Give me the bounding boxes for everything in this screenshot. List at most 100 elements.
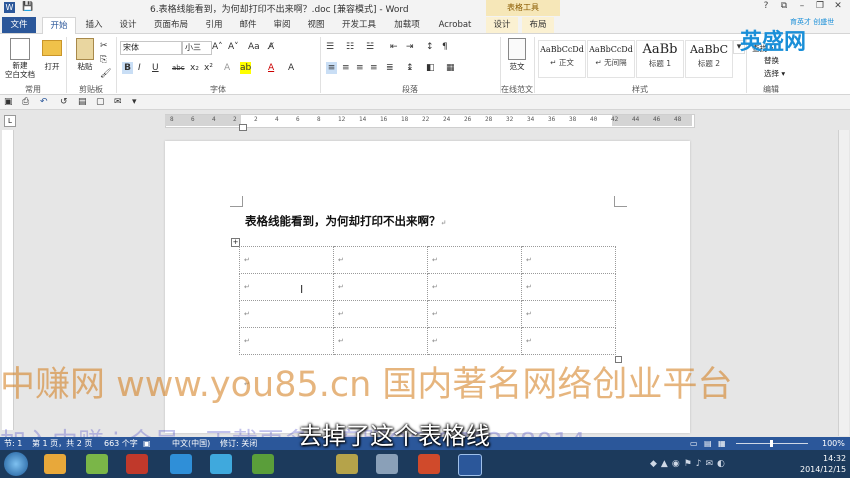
- table-cell[interactable]: ↵: [333, 246, 428, 274]
- distribute-icon[interactable]: ≣: [386, 62, 394, 74]
- style-heading-2[interactable]: AaBbC 标题 2: [685, 40, 733, 78]
- paste-button[interactable]: 粘贴: [74, 61, 96, 72]
- status-word-count[interactable]: 663 个字: [104, 437, 138, 450]
- tab-view[interactable]: 视图: [302, 17, 330, 33]
- customize-qat-icon[interactable]: ▾: [132, 96, 137, 108]
- table-cell[interactable]: ↵: [239, 273, 334, 301]
- tab-page-layout[interactable]: 页面布局: [148, 17, 194, 33]
- clear-format-icon[interactable]: A̸: [268, 41, 274, 53]
- web-layout-icon[interactable]: ▦: [718, 437, 726, 450]
- taskbar-paint-icon[interactable]: [44, 454, 66, 474]
- strikethrough-button[interactable]: abc: [172, 62, 185, 74]
- table-cell[interactable]: ↵: [521, 300, 616, 328]
- text-effects-icon[interactable]: A: [224, 62, 230, 74]
- read-mode-icon[interactable]: ▭: [690, 437, 698, 450]
- status-language[interactable]: 中文(中国): [172, 437, 210, 450]
- multilevel-list-icon[interactable]: ☱: [366, 41, 374, 53]
- open-button[interactable]: 打开: [42, 61, 62, 72]
- taskbar-clock[interactable]: 14:32 2014/12/15: [800, 453, 846, 475]
- document-table[interactable]: ↵ ↵ ↵ ↵ ↵ ↵ ↵ ↵ ↵ ↵ ↵ ↵ ↵ ↵ ↵ ↵: [239, 246, 616, 355]
- taskbar-powerpoint-icon[interactable]: [418, 454, 440, 474]
- grow-font-icon[interactable]: A˄: [212, 41, 223, 53]
- template-button[interactable]: 范文: [504, 61, 530, 72]
- table-cell[interactable]: ↵: [239, 327, 334, 355]
- style-normal[interactable]: AaBbCcDd ↵ 正文: [538, 40, 586, 78]
- table-cell[interactable]: ↵: [427, 327, 522, 355]
- taskbar-word-icon[interactable]: [458, 454, 482, 476]
- table-cell[interactable]: ↵: [521, 273, 616, 301]
- zoom-slider-thumb[interactable]: [770, 440, 773, 447]
- taskbar-ie-icon[interactable]: [170, 454, 192, 474]
- print-preview-icon[interactable]: ⎙: [22, 96, 29, 108]
- open-file-icon[interactable]: ▤: [78, 96, 87, 108]
- justify-icon[interactable]: ≡: [370, 62, 378, 74]
- vertical-scrollbar[interactable]: [838, 130, 849, 436]
- char-shading-icon[interactable]: A: [288, 62, 294, 74]
- italic-button[interactable]: I: [138, 62, 141, 74]
- tab-table-design[interactable]: 设计: [486, 17, 518, 33]
- shading-icon[interactable]: ◧: [426, 62, 435, 74]
- style-heading-1[interactable]: AaBb 标题 1: [636, 40, 684, 78]
- shrink-font-icon[interactable]: A˅: [228, 41, 239, 53]
- new-document-icon[interactable]: [10, 38, 30, 60]
- decrease-indent-icon[interactable]: ⇤: [390, 41, 398, 53]
- bold-button[interactable]: B: [122, 62, 133, 74]
- font-color-icon[interactable]: A: [268, 62, 274, 74]
- table-cell[interactable]: ↵: [427, 273, 522, 301]
- taskbar-qq-icon[interactable]: [210, 454, 232, 474]
- change-case-icon[interactable]: Aa: [248, 41, 260, 53]
- taskbar-explorer-icon[interactable]: [376, 454, 398, 474]
- table-cell[interactable]: ↵: [521, 246, 616, 274]
- undo-icon[interactable]: ↶: [40, 96, 48, 108]
- clipboard-paste-icon[interactable]: [76, 38, 94, 60]
- tab-table-layout[interactable]: 布局: [522, 17, 554, 33]
- bullets-icon[interactable]: ☰: [326, 41, 334, 53]
- tray-icons[interactable]: ◆▲◉⚑♪✉◐: [650, 459, 729, 469]
- table-cell[interactable]: ↵: [427, 300, 522, 328]
- borders-icon[interactable]: ▦: [446, 62, 455, 74]
- tab-file[interactable]: 文件: [2, 17, 36, 33]
- status-page[interactable]: 第 1 页，共 2 页: [32, 437, 92, 450]
- tab-mailings[interactable]: 邮件: [234, 17, 262, 33]
- status-check-icon[interactable]: ▣: [143, 437, 151, 450]
- table-cell[interactable]: ↵: [239, 246, 334, 274]
- new-file-icon[interactable]: ▢: [96, 96, 105, 108]
- taskbar-app-icon[interactable]: [86, 454, 108, 474]
- status-revision[interactable]: 修订: 关闭: [220, 437, 257, 450]
- start-button-icon[interactable]: [4, 452, 28, 476]
- template-doc-icon[interactable]: [508, 38, 526, 60]
- folder-open-icon[interactable]: [42, 40, 62, 56]
- increase-indent-icon[interactable]: ⇥: [406, 41, 414, 53]
- table-cell[interactable]: ↵: [521, 327, 616, 355]
- zoom-level[interactable]: 100%: [822, 437, 845, 450]
- tab-references[interactable]: 引用: [200, 17, 228, 33]
- copy-icon[interactable]: ⎘: [100, 54, 107, 66]
- line-spacing-icon[interactable]: ↨: [406, 62, 414, 74]
- font-size-select[interactable]: 小三: [182, 41, 212, 55]
- format-painter-icon[interactable]: 🖌: [100, 68, 111, 80]
- print-layout-icon[interactable]: ▤: [704, 437, 712, 450]
- sort-icon[interactable]: ↕: [426, 41, 434, 53]
- qat-save-icon[interactable]: 💾: [22, 2, 33, 12]
- document-heading[interactable]: 表格线能看到，为何却打印不出来啊？↵: [245, 213, 446, 229]
- table-cell[interactable]: ↵: [333, 273, 428, 301]
- table-cell[interactable]: ↵: [427, 246, 522, 274]
- highlight-icon[interactable]: ab: [240, 62, 252, 74]
- ribbon-display-button[interactable]: ⧉: [776, 1, 792, 14]
- close-button[interactable]: ✕: [830, 1, 846, 14]
- select-button[interactable]: 选择 ▾: [764, 68, 785, 79]
- taskbar-layers-icon[interactable]: [252, 454, 274, 474]
- status-section[interactable]: 节: 1: [4, 437, 22, 450]
- replace-button[interactable]: 替换: [764, 55, 779, 66]
- subscript-button[interactable]: x₂: [190, 62, 199, 74]
- tab-addins[interactable]: 加载项: [388, 17, 426, 33]
- new-blank-button[interactable]: 新建 空白文档: [2, 61, 38, 79]
- save-icon[interactable]: ▣: [4, 96, 13, 108]
- show-marks-icon[interactable]: ¶: [442, 41, 448, 53]
- tab-design[interactable]: 设计: [114, 17, 142, 33]
- style-no-spacing[interactable]: AaBbCcDd ↵ 无间隔: [587, 40, 635, 78]
- table-cell[interactable]: ↵: [239, 300, 334, 328]
- email-icon[interactable]: ✉: [114, 96, 122, 108]
- numbering-icon[interactable]: ☷: [346, 41, 354, 53]
- tab-home[interactable]: 开始: [42, 17, 76, 34]
